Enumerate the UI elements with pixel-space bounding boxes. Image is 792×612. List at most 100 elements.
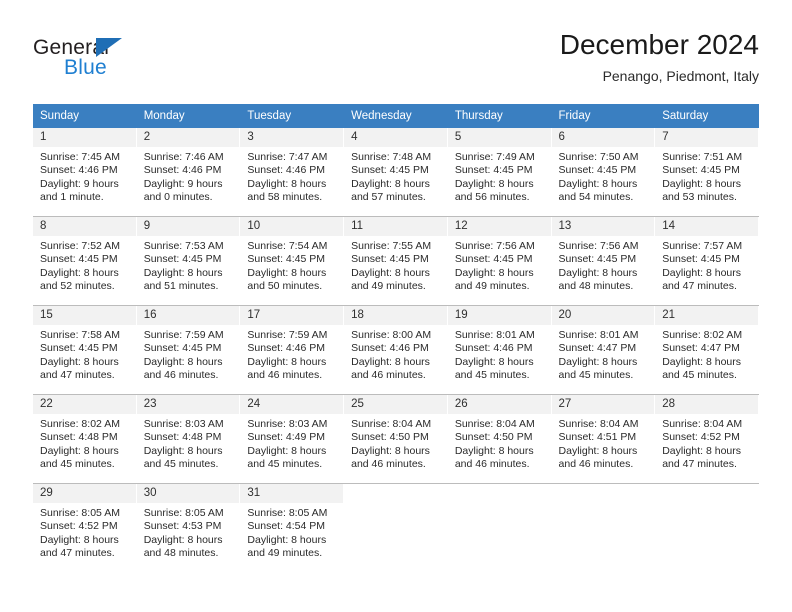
sunrise-text: Sunrise: 7:57 AM (662, 240, 743, 252)
sunset-text: Sunset: 4:46 PM (247, 342, 326, 355)
day-cell[interactable]: 14 Sunrise: 7:57 AM Sunset: 4:45 PM Dayl… (655, 216, 759, 306)
weekday-header-friday: Friday (551, 104, 656, 128)
daylight-text-line1: Daylight: 8 hours (40, 355, 119, 368)
page-subtitle: Penango, Piedmont, Italy (602, 68, 759, 84)
sunset-text: Sunset: 4:45 PM (40, 342, 118, 355)
daylight-text-line2: and 45 minutes. (143, 458, 219, 471)
sunrise-text: Sunrise: 8:04 AM (662, 418, 743, 430)
logo-triangle-icon (96, 38, 122, 57)
sunrise-text: Sunrise: 7:54 AM (247, 240, 328, 252)
daylight-text-line1: Daylight: 8 hours (143, 444, 223, 457)
day-number: 10 (240, 217, 345, 236)
day-cell[interactable]: 2 Sunrise: 7:46 AM Sunset: 4:46 PM Dayli… (136, 128, 241, 217)
day-cell[interactable]: 7 Sunrise: 7:51 AM Sunset: 4:45 PM Dayli… (655, 128, 759, 217)
daylight-text-line1: Daylight: 8 hours (558, 266, 638, 279)
day-cell[interactable]: 23 Sunrise: 8:03 AM Sunset: 4:48 PM Dayl… (136, 394, 241, 484)
day-cell[interactable]: 18 Sunrise: 8:00 AM Sunset: 4:46 PM Dayl… (344, 305, 448, 395)
day-cell[interactable]: 25 Sunrise: 8:04 AM Sunset: 4:50 PM Dayl… (344, 394, 448, 484)
day-details: Sunrise: 8:04 AM Sunset: 4:51 PM Dayligh… (552, 414, 656, 472)
day-cell[interactable]: 15 Sunrise: 7:58 AM Sunset: 4:45 PM Dayl… (33, 305, 137, 395)
day-cell[interactable]: 8 Sunrise: 7:52 AM Sunset: 4:45 PM Dayli… (33, 216, 137, 306)
day-cell[interactable]: 20 Sunrise: 8:01 AM Sunset: 4:47 PM Dayl… (551, 305, 656, 395)
day-number: 23 (136, 395, 241, 414)
page-header: General Blue December 2024 Penango, Pied… (33, 28, 759, 94)
day-details: Sunrise: 8:04 AM Sunset: 4:50 PM Dayligh… (344, 414, 448, 472)
daylight-text-line1: Daylight: 8 hours (662, 266, 742, 279)
weekday-header-wednesday: Wednesday (344, 104, 448, 128)
sunset-text: Sunset: 4:54 PM (247, 520, 326, 533)
day-number: 3 (240, 128, 345, 147)
daylight-text-line2: and 51 minutes. (143, 280, 219, 293)
day-cell[interactable]: 31 Sunrise: 8:05 AM Sunset: 4:54 PM Dayl… (240, 483, 345, 572)
daylight-text-line1: Daylight: 8 hours (143, 533, 223, 546)
sunset-text: Sunset: 4:48 PM (40, 431, 118, 444)
sunset-text: Sunset: 4:47 PM (558, 342, 637, 355)
day-cell[interactable]: 6 Sunrise: 7:50 AM Sunset: 4:45 PM Dayli… (551, 128, 656, 217)
calendar-page: General Blue December 2024 Penango, Pied… (0, 0, 792, 612)
sunset-text: Sunset: 4:47 PM (662, 342, 740, 355)
day-cell[interactable]: 22 Sunrise: 8:02 AM Sunset: 4:48 PM Dayl… (33, 394, 137, 484)
day-cell[interactable]: 9 Sunrise: 7:53 AM Sunset: 4:45 PM Dayli… (136, 216, 241, 306)
day-cell[interactable]: 28 Sunrise: 8:04 AM Sunset: 4:52 PM Dayl… (655, 394, 759, 484)
sunrise-text: Sunrise: 8:04 AM (351, 418, 432, 430)
day-number: 16 (136, 306, 241, 325)
daylight-text-line2: and 50 minutes. (247, 280, 323, 293)
sunset-text: Sunset: 4:50 PM (454, 431, 533, 444)
sunrise-text: Sunrise: 8:05 AM (143, 507, 224, 519)
sunset-text: Sunset: 4:45 PM (247, 253, 326, 266)
sunrise-text: Sunrise: 8:03 AM (143, 418, 224, 430)
calendar-week-row: 22 Sunrise: 8:02 AM Sunset: 4:48 PM Dayl… (33, 394, 759, 484)
sunset-text: Sunset: 4:45 PM (143, 342, 222, 355)
day-cell[interactable]: 5 Sunrise: 7:49 AM Sunset: 4:45 PM Dayli… (447, 128, 552, 217)
day-details: Sunrise: 8:05 AM Sunset: 4:53 PM Dayligh… (137, 503, 241, 561)
sunrise-text: Sunrise: 7:51 AM (662, 151, 743, 163)
sunrise-text: Sunrise: 8:03 AM (247, 418, 328, 430)
day-number: 28 (655, 395, 759, 414)
daylight-text-line1: Daylight: 8 hours (662, 444, 742, 457)
sunset-text: Sunset: 4:49 PM (247, 431, 326, 444)
sunset-text: Sunset: 4:45 PM (40, 253, 118, 266)
day-details: Sunrise: 7:56 AM Sunset: 4:45 PM Dayligh… (552, 236, 656, 294)
sunrise-text: Sunrise: 8:05 AM (247, 507, 328, 519)
daylight-text-line1: Daylight: 8 hours (247, 177, 327, 190)
sunrise-text: Sunrise: 8:05 AM (40, 507, 120, 519)
daylight-text-line2: and 45 minutes. (662, 369, 737, 382)
day-cell[interactable]: 16 Sunrise: 7:59 AM Sunset: 4:45 PM Dayl… (136, 305, 241, 395)
generalblue-logo[interactable]: General Blue (33, 36, 213, 88)
day-details: Sunrise: 8:00 AM Sunset: 4:46 PM Dayligh… (344, 325, 448, 383)
day-cell[interactable]: 29 Sunrise: 8:05 AM Sunset: 4:52 PM Dayl… (33, 483, 137, 572)
day-cell[interactable]: 4 Sunrise: 7:48 AM Sunset: 4:45 PM Dayli… (344, 128, 448, 217)
sunset-text: Sunset: 4:52 PM (40, 520, 118, 533)
day-cell[interactable]: 17 Sunrise: 7:59 AM Sunset: 4:46 PM Dayl… (240, 305, 345, 395)
day-cell[interactable]: 21 Sunrise: 8:02 AM Sunset: 4:47 PM Dayl… (655, 305, 759, 395)
day-number: 30 (136, 484, 241, 503)
day-cell[interactable]: 30 Sunrise: 8:05 AM Sunset: 4:53 PM Dayl… (136, 483, 241, 572)
day-number: 7 (655, 128, 759, 147)
day-cell[interactable]: 24 Sunrise: 8:03 AM Sunset: 4:49 PM Dayl… (240, 394, 345, 484)
daylight-text-line2: and 56 minutes. (454, 191, 530, 204)
day-cell[interactable]: 3 Sunrise: 7:47 AM Sunset: 4:46 PM Dayli… (240, 128, 345, 217)
day-details: Sunrise: 7:54 AM Sunset: 4:45 PM Dayligh… (240, 236, 344, 294)
day-cell[interactable]: 1 Sunrise: 7:45 AM Sunset: 4:46 PM Dayli… (33, 128, 137, 217)
day-cell[interactable]: 11 Sunrise: 7:55 AM Sunset: 4:45 PM Dayl… (344, 216, 448, 306)
day-cell[interactable]: 12 Sunrise: 7:56 AM Sunset: 4:45 PM Dayl… (447, 216, 552, 306)
calendar-body: 1 Sunrise: 7:45 AM Sunset: 4:46 PM Dayli… (33, 128, 759, 572)
day-cell[interactable]: 26 Sunrise: 8:04 AM Sunset: 4:50 PM Dayl… (447, 394, 552, 484)
day-cell[interactable]: 27 Sunrise: 8:04 AM Sunset: 4:51 PM Dayl… (551, 394, 656, 484)
calendar-week-row: 1 Sunrise: 7:45 AM Sunset: 4:46 PM Dayli… (33, 128, 759, 217)
day-details: Sunrise: 7:57 AM Sunset: 4:45 PM Dayligh… (655, 236, 759, 294)
sunrise-text: Sunrise: 8:01 AM (558, 329, 639, 341)
daylight-text-line1: Daylight: 8 hours (454, 266, 534, 279)
sunset-text: Sunset: 4:45 PM (454, 253, 533, 266)
day-cell[interactable]: 13 Sunrise: 7:56 AM Sunset: 4:45 PM Dayl… (551, 216, 656, 306)
day-number: 15 (33, 306, 137, 325)
day-number: 17 (240, 306, 345, 325)
daylight-text-line2: and 49 minutes. (351, 280, 426, 293)
day-number: 5 (447, 128, 552, 147)
sunrise-text: Sunrise: 7:56 AM (454, 240, 535, 252)
day-cell[interactable]: 10 Sunrise: 7:54 AM Sunset: 4:45 PM Dayl… (240, 216, 345, 306)
day-details: Sunrise: 8:03 AM Sunset: 4:49 PM Dayligh… (240, 414, 344, 472)
day-cell[interactable]: 19 Sunrise: 8:01 AM Sunset: 4:46 PM Dayl… (447, 305, 552, 395)
day-number: 8 (33, 217, 137, 236)
sunrise-text: Sunrise: 7:50 AM (558, 151, 639, 163)
